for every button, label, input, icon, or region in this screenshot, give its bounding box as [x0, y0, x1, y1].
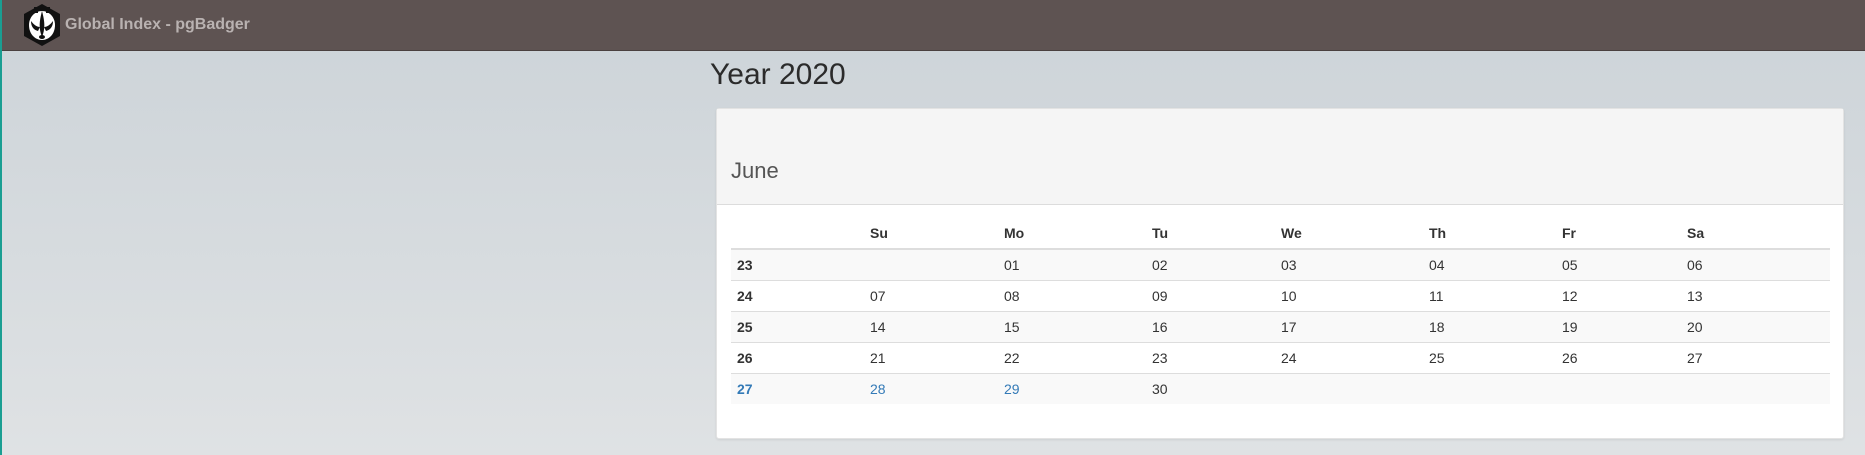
week-row: 23 01 02 03 04 05 06	[731, 248, 1830, 281]
window-edge	[0, 0, 2, 455]
header-thursday: Th	[1423, 217, 1556, 250]
week-number: 25	[731, 311, 864, 343]
day-cell: 21	[864, 342, 998, 374]
day-cell: 20	[1681, 311, 1830, 343]
day-cell: 03	[1275, 248, 1423, 281]
day-cell: 30	[1146, 373, 1275, 404]
week-number: 24	[731, 280, 864, 312]
day-cell: 24	[1275, 342, 1423, 374]
week-number: 26	[731, 342, 864, 374]
day-cell	[1423, 373, 1556, 404]
page-title: Year 2020	[710, 58, 846, 91]
month-title: June	[731, 158, 779, 183]
day-cell: 08	[998, 280, 1146, 312]
day-cell: 18	[1423, 311, 1556, 343]
day-link[interactable]: 28	[864, 373, 998, 404]
day-cell	[1275, 373, 1423, 404]
day-cell	[1556, 373, 1681, 404]
day-cell: 19	[1556, 311, 1681, 343]
day-cell: 11	[1423, 280, 1556, 312]
day-cell: 05	[1556, 248, 1681, 281]
panel-heading: June	[717, 109, 1843, 205]
header-wednesday: We	[1275, 217, 1423, 250]
calendar-panel: June Su Mo Tu We Th Fr Sa 23 01 02 03 04…	[716, 108, 1844, 439]
day-cell: 15	[998, 311, 1146, 343]
day-cell: 12	[1556, 280, 1681, 312]
day-cell: 26	[1556, 342, 1681, 374]
week-number: 23	[731, 248, 864, 281]
header-monday: Mo	[998, 217, 1146, 250]
day-cell: 10	[1275, 280, 1423, 312]
calendar-table: Su Mo Tu We Th Fr Sa 23 01 02 03 04 05 0…	[731, 217, 1830, 404]
day-link[interactable]: 29	[998, 373, 1146, 404]
header-saturday: Sa	[1681, 217, 1830, 250]
day-cell: 02	[1146, 248, 1275, 281]
brand-link[interactable]: Global Index - pgBadger	[20, 3, 250, 47]
brand-title: Global Index - pgBadger	[65, 16, 250, 33]
header-row: Su Mo Tu We Th Fr Sa	[731, 217, 1830, 250]
header-tuesday: Tu	[1146, 217, 1275, 250]
week-number-link[interactable]: 27	[731, 373, 864, 404]
header-week	[731, 217, 864, 250]
day-cell	[1681, 373, 1830, 404]
day-cell: 01	[998, 248, 1146, 281]
header-friday: Fr	[1556, 217, 1681, 250]
top-navbar: Global Index - pgBadger	[2, 0, 1865, 51]
day-cell: 04	[1423, 248, 1556, 281]
day-cell: 09	[1146, 280, 1275, 312]
day-cell: 13	[1681, 280, 1830, 312]
week-row: 24 07 08 09 10 11 12 13	[731, 280, 1830, 312]
header-sunday: Su	[864, 217, 998, 250]
week-row: 27 28 29 30	[731, 373, 1830, 404]
day-cell: 14	[864, 311, 998, 343]
day-cell: 16	[1146, 311, 1275, 343]
day-cell: 17	[1275, 311, 1423, 343]
day-cell	[864, 248, 998, 281]
badger-logo-icon	[24, 4, 60, 46]
week-row: 25 14 15 16 17 18 19 20	[731, 311, 1830, 343]
day-cell: 27	[1681, 342, 1830, 374]
day-cell: 22	[998, 342, 1146, 374]
day-cell: 25	[1423, 342, 1556, 374]
day-cell: 23	[1146, 342, 1275, 374]
week-row: 26 21 22 23 24 25 26 27	[731, 342, 1830, 374]
day-cell: 06	[1681, 248, 1830, 281]
day-cell: 07	[864, 280, 998, 312]
